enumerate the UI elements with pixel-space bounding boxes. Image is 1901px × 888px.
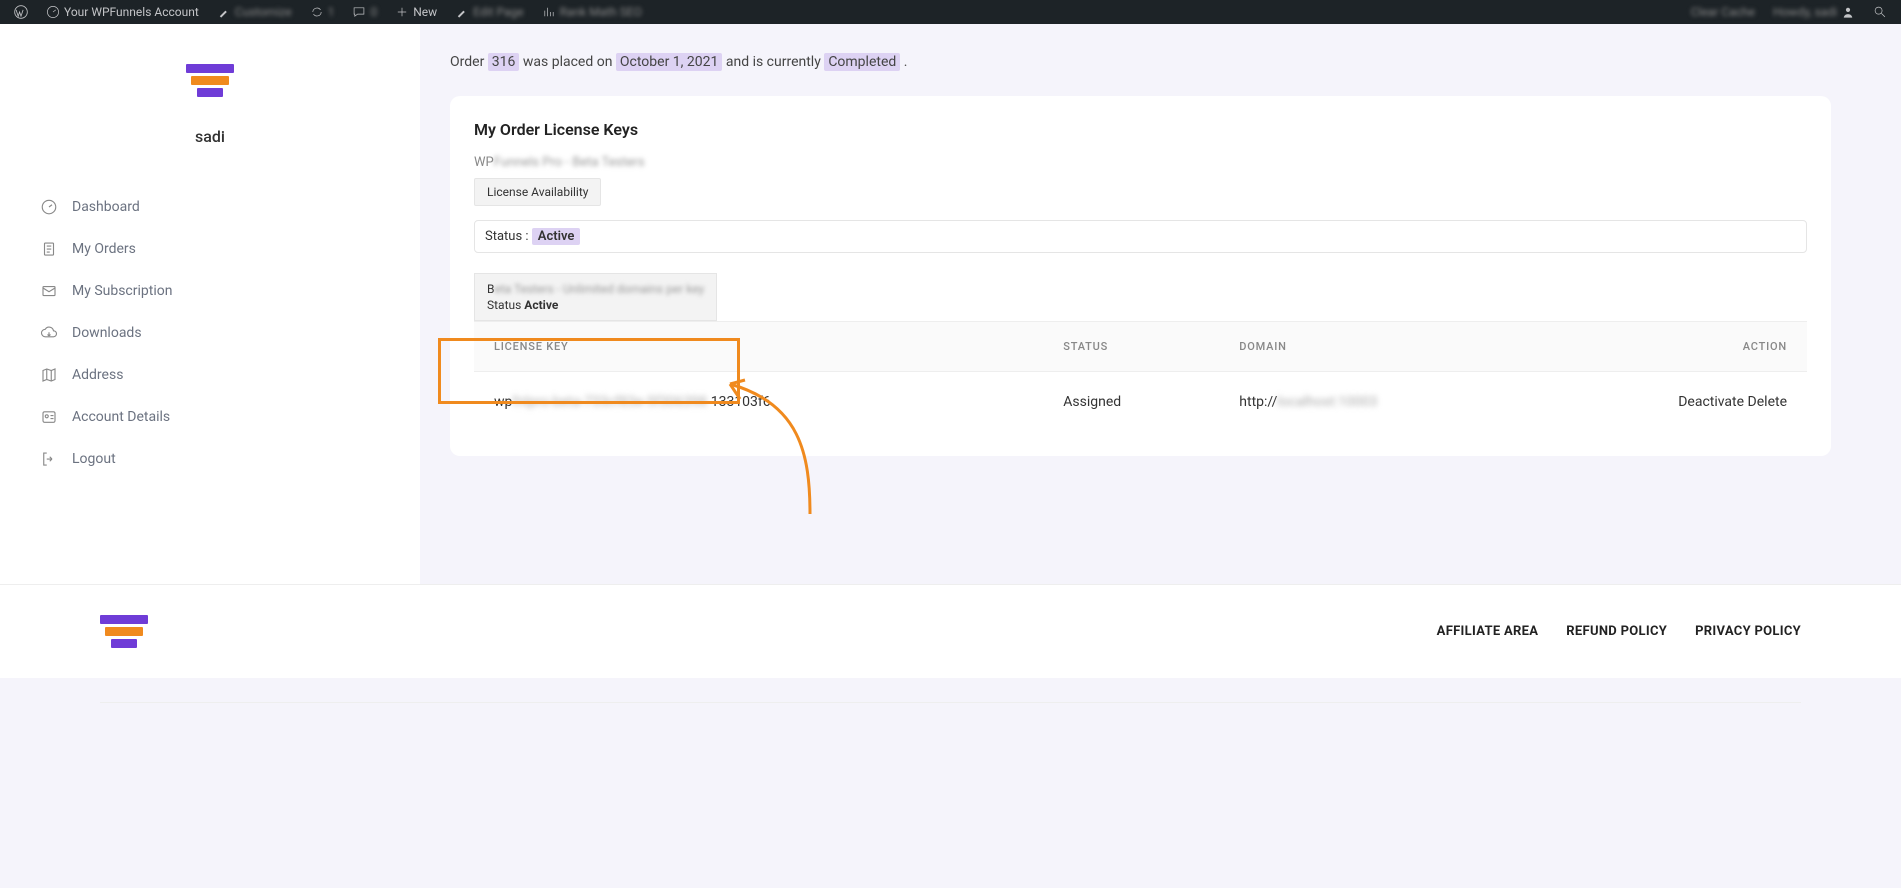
account-nav: Dashboard My Orders My Subscription Down… <box>0 186 420 480</box>
rankmath-text: Rank Math SEO <box>560 5 642 19</box>
wpfunnels-logo <box>186 64 234 97</box>
nav-label: My Subscription <box>72 283 172 299</box>
plus-icon <box>395 5 409 19</box>
plan-status: Active <box>524 298 558 312</box>
cell-domain: http://localhost:10003 <box>1219 372 1539 433</box>
search-icon <box>1873 5 1887 19</box>
nav-my-subscription[interactable]: My Subscription <box>40 270 390 312</box>
product-name: WPFunnels Pro - Beta Testers <box>474 155 1807 170</box>
footer-privacy[interactable]: PRIVACY POLICY <box>1695 624 1801 639</box>
user-name: sadi <box>195 127 225 146</box>
dashboard-icon <box>46 5 60 19</box>
order-summary-line: Order 316 was placed on October 1, 2021 … <box>450 54 1831 70</box>
account-sidebar: sadi Dashboard My Orders My Subscription… <box>0 24 420 584</box>
plan-box: Beta Testers - Unlimited domains per key… <box>474 273 717 321</box>
nav-label: Address <box>72 367 123 383</box>
nav-address[interactable]: Address <box>40 354 390 396</box>
site-title-link[interactable]: Your WPFunnels Account <box>40 5 205 19</box>
admin-bar-right: Clear Cache Howdy, sadi <box>1685 5 1893 19</box>
customize-text: Customize <box>235 5 292 19</box>
search-link[interactable] <box>1867 5 1893 19</box>
license-keys-card: My Order License Keys WPFunnels Pro - Be… <box>450 96 1831 456</box>
footer-divider <box>100 702 1801 703</box>
main-content: Order 316 was placed on October 1, 2021 … <box>420 24 1901 584</box>
license-availability-button[interactable]: License Availability <box>474 178 601 206</box>
brush-icon <box>217 5 231 19</box>
document-icon <box>40 240 58 258</box>
cell-license-key: wpfnlpro-beta-733cf83e-5f306398-133103f6 <box>474 372 1043 433</box>
pencil-icon <box>455 5 469 19</box>
delete-link[interactable]: Delete <box>1748 394 1787 410</box>
footer-refund[interactable]: REFUND POLICY <box>1566 624 1667 639</box>
edit-page-link[interactable]: Edit Page <box>449 5 529 19</box>
nav-label: Dashboard <box>72 199 140 215</box>
nav-logout[interactable]: Logout <box>40 438 390 480</box>
th-license-key: LICENSE KEY <box>474 322 1043 372</box>
nav-label: Logout <box>72 451 116 467</box>
order-status: Completed <box>824 53 900 71</box>
nav-my-orders[interactable]: My Orders <box>40 228 390 270</box>
id-card-icon <box>40 408 58 426</box>
clear-cache-link[interactable]: Clear Cache <box>1685 5 1761 19</box>
map-icon <box>40 366 58 384</box>
comments-link[interactable]: 0 <box>346 5 383 19</box>
footer-links: AFFILIATE AREA REFUND POLICY PRIVACY POL… <box>1437 624 1801 639</box>
new-text: New <box>413 5 437 19</box>
cell-status: Assigned <box>1043 372 1219 433</box>
howdy-link[interactable]: Howdy, sadi <box>1767 5 1861 19</box>
comment-icon <box>352 5 366 19</box>
logout-icon <box>40 450 58 468</box>
gauge-icon <box>40 198 58 216</box>
updates-count: 1 <box>328 5 335 19</box>
th-domain: DOMAIN <box>1219 322 1539 372</box>
site-title-text: Your WPFunnels Account <box>64 5 199 19</box>
wp-admin-bar: Your WPFunnels Account Customize 1 0 New… <box>0 0 1901 24</box>
updates-link[interactable]: 1 <box>304 5 341 19</box>
card-title: My Order License Keys <box>474 120 1807 139</box>
order-date: October 1, 2021 <box>616 53 722 71</box>
status-value: Active <box>532 228 581 245</box>
nav-label: Downloads <box>72 325 142 341</box>
wp-logo[interactable] <box>8 5 34 19</box>
page-container: sadi Dashboard My Orders My Subscription… <box>0 24 1901 584</box>
cell-actions: Deactivate Delete <box>1540 372 1808 433</box>
howdy-text: Howdy, sadi <box>1773 5 1837 19</box>
rankmath-link[interactable]: Rank Math SEO <box>536 5 648 19</box>
license-row: wpfnlpro-beta-733cf83e-5f306398-133103f6… <box>474 372 1807 433</box>
wordpress-icon <box>14 5 28 19</box>
admin-bar-left: Your WPFunnels Account Customize 1 0 New… <box>8 5 648 19</box>
chart-icon <box>542 5 556 19</box>
order-number: 316 <box>488 53 520 71</box>
nav-label: My Orders <box>72 241 136 257</box>
deactivate-link[interactable]: Deactivate <box>1678 394 1744 410</box>
refresh-icon <box>310 5 324 19</box>
nav-label: Account Details <box>72 409 170 425</box>
status-bar: Status : Active <box>474 220 1807 253</box>
comments-count: 0 <box>370 5 377 19</box>
site-footer: AFFILIATE AREA REFUND POLICY PRIVACY POL… <box>0 584 1901 678</box>
th-action: ACTION <box>1540 322 1808 372</box>
customize-link[interactable]: Customize <box>211 5 298 19</box>
nav-downloads[interactable]: Downloads <box>40 312 390 354</box>
nav-dashboard[interactable]: Dashboard <box>40 186 390 228</box>
license-table: LICENSE KEY STATUS DOMAIN ACTION wpfnlpr… <box>474 321 1807 432</box>
edit-page-text: Edit Page <box>473 5 523 19</box>
avatar-icon <box>1841 5 1855 19</box>
footer-affiliate[interactable]: AFFILIATE AREA <box>1437 624 1539 639</box>
new-link[interactable]: New <box>389 5 443 19</box>
th-status: STATUS <box>1043 322 1219 372</box>
nav-account-details[interactable]: Account Details <box>40 396 390 438</box>
footer-logo <box>100 615 148 648</box>
envelope-icon <box>40 282 58 300</box>
status-label: Status : <box>485 229 532 244</box>
cloud-download-icon <box>40 324 58 342</box>
